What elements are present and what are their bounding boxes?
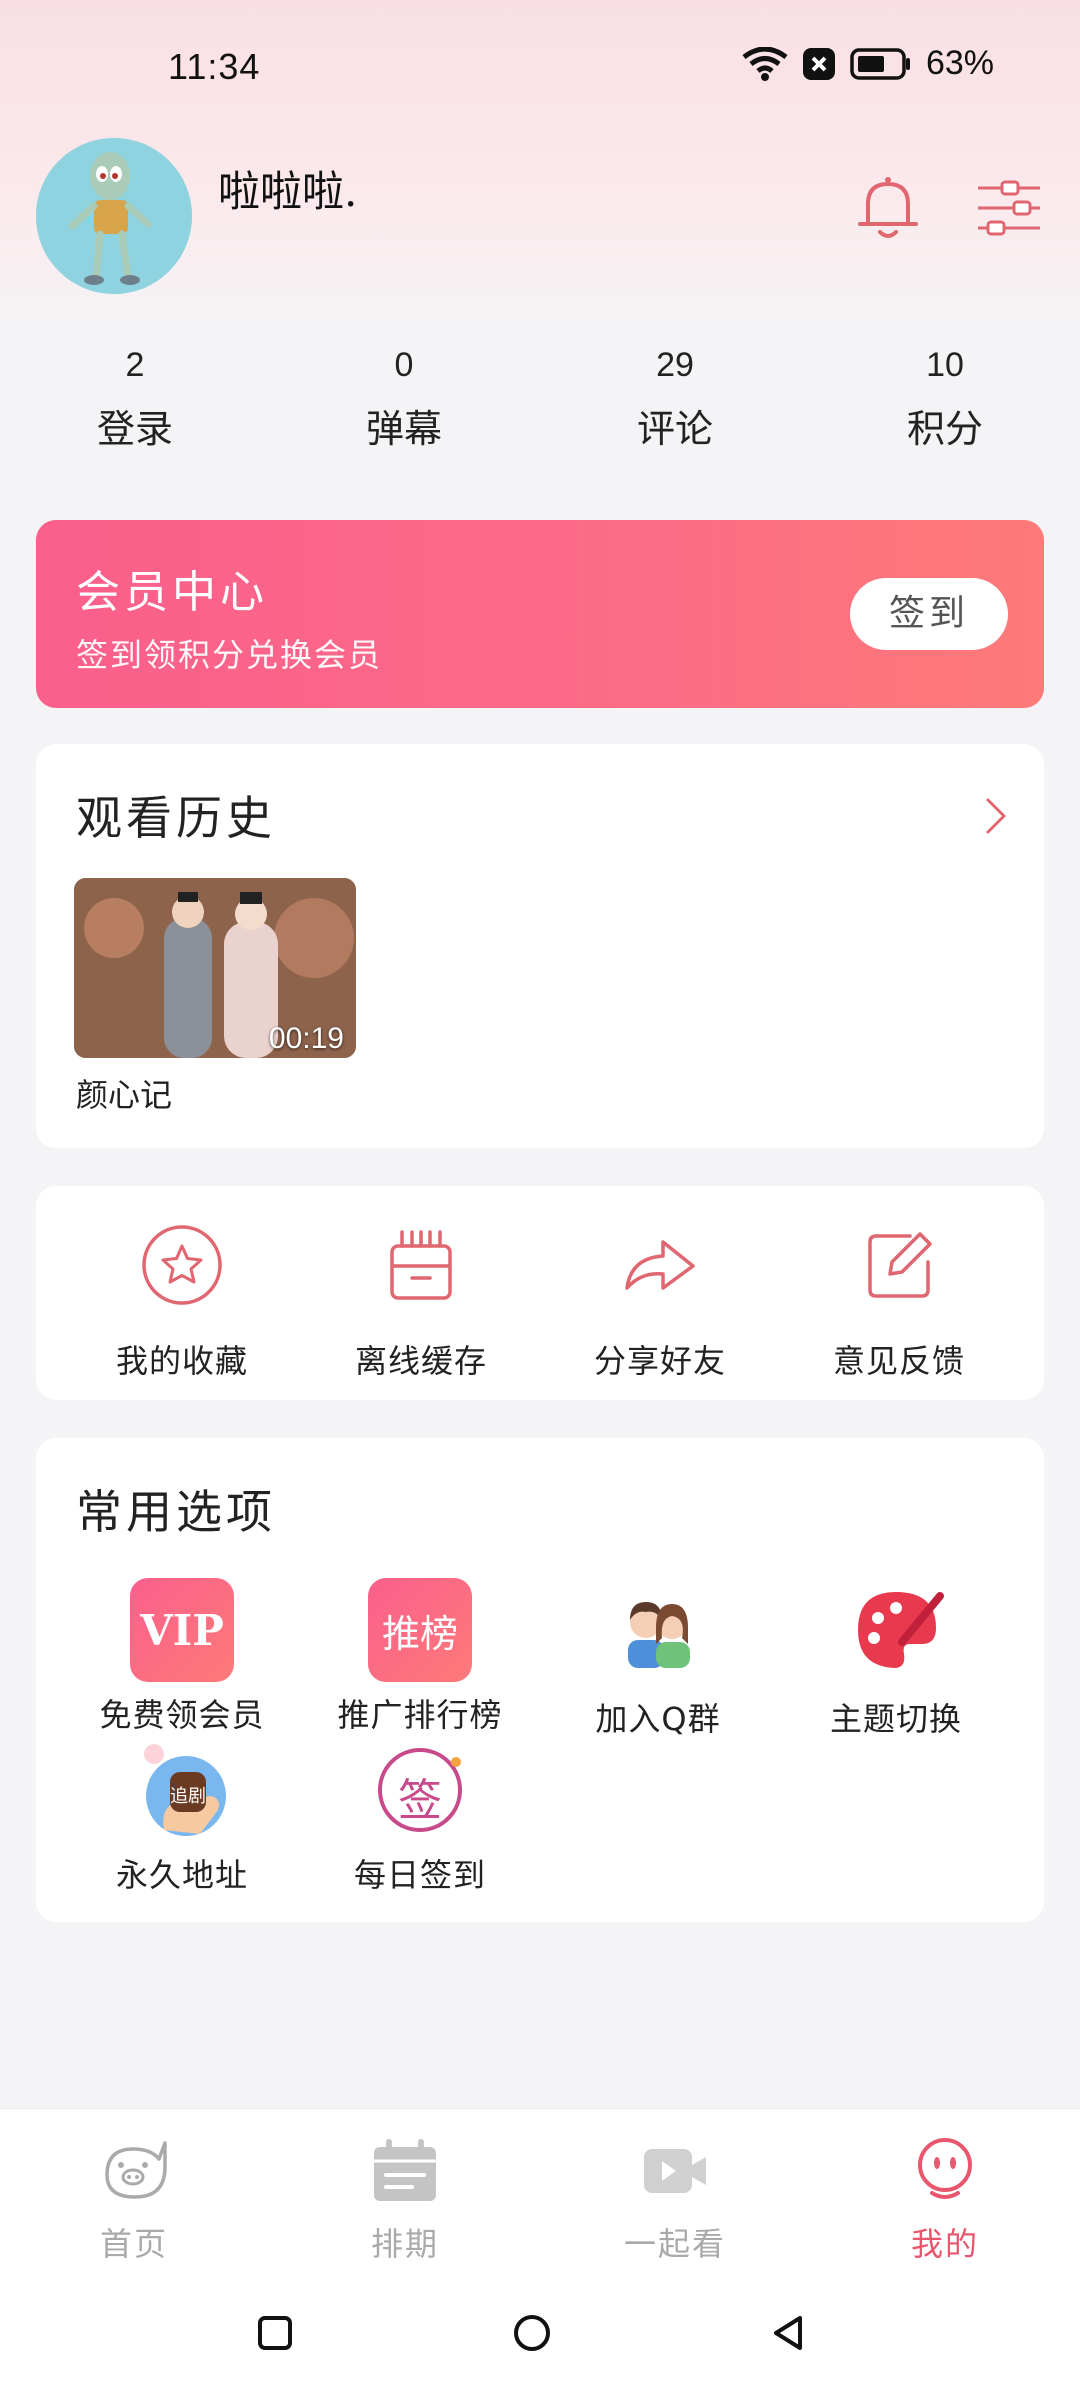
stat-points[interactable]: 10 积分 — [845, 340, 1045, 453]
vip-subtitle: 签到领积分兑换会员 — [76, 636, 383, 674]
history-item-title[interactable]: 颜心记 — [76, 1070, 172, 1116]
back-triangle-icon[interactable] — [764, 2308, 814, 2358]
share-button[interactable]: 分享好友 — [560, 1222, 760, 1382]
stat-comments[interactable]: 29 评论 — [575, 340, 775, 453]
share-arrow-icon — [625, 1240, 695, 1290]
battery-percent: 63% — [925, 44, 994, 82]
daily-sign-icon: 签 — [368, 1738, 472, 1842]
cache-box-icon — [390, 1230, 452, 1300]
free-vip-label: 免费领会员 — [99, 1696, 265, 1734]
address-hand-icon: 追剧 — [130, 1738, 234, 1842]
avatar[interactable] — [36, 138, 192, 294]
no-sim-icon — [802, 47, 835, 80]
history-progress-time: 00:19 — [268, 1022, 344, 1055]
nav-watch-together[interactable]: 一起看 — [575, 2135, 775, 2265]
share-label: 分享好友 — [593, 1342, 726, 1380]
nav-watch-together-label: 一起看 — [623, 2225, 726, 2263]
stats-row: 2 登录 0 弹幕 29 评论 10 积分 — [0, 340, 1080, 470]
theme-switch-label: 主题切换 — [829, 1700, 962, 1738]
nav-schedule[interactable]: 排期 — [305, 2135, 505, 2265]
offline-cache-label: 离线缓存 — [354, 1342, 487, 1380]
bottom-nav: 首页 排期 一起看 我的 — [0, 2108, 1080, 2278]
calendar-icon — [374, 2139, 436, 2201]
sliders-icon[interactable] — [976, 178, 1042, 238]
permanent-address-label: 永久地址 — [115, 1856, 248, 1894]
edit-feedback-icon — [868, 1232, 932, 1298]
nav-mine-label: 我的 — [910, 2225, 979, 2263]
status-bar: 11:34 63% — [0, 0, 1080, 140]
stat-label: 评论 — [636, 407, 713, 451]
profile-face-icon — [918, 2138, 972, 2199]
sign-in-button[interactable]: 签到 — [850, 578, 1008, 650]
favorites-button[interactable]: 我的收藏 — [82, 1222, 282, 1382]
vip-center-card[interactable]: 会员中心 签到领积分兑换会员 签到 — [36, 520, 1044, 708]
permanent-address-button[interactable]: 追剧 永久地址 — [72, 1738, 292, 1896]
daily-sign-button[interactable]: 签 每日签到 — [310, 1738, 530, 1896]
status-icons: 63% — [742, 44, 994, 83]
join-group-button[interactable]: 加入Q群 — [548, 1578, 768, 1740]
status-time: 11:34 — [168, 46, 261, 87]
vip-icon: VIP — [130, 1578, 234, 1682]
offline-cache-button[interactable]: 离线缓存 — [321, 1222, 521, 1382]
stat-danmaku[interactable]: 0 弹幕 — [304, 340, 504, 453]
daily-sign-label: 每日签到 — [353, 1856, 486, 1894]
username: 啦啦啦. — [218, 167, 358, 216]
feedback-button[interactable]: 意见反馈 — [799, 1222, 999, 1382]
stat-value: 10 — [926, 346, 964, 384]
free-vip-button[interactable]: VIP 免费领会员 — [72, 1578, 292, 1736]
ranking-icon: 推榜 — [368, 1578, 472, 1682]
history-title: 观看历史 — [76, 791, 276, 845]
home-pig-icon — [105, 2141, 167, 2199]
ranking-button[interactable]: 推榜 推广排行榜 — [310, 1578, 530, 1736]
stat-label: 积分 — [906, 407, 983, 451]
star-circle-icon — [142, 1225, 222, 1305]
common-options-title: 常用选项 — [76, 1485, 276, 1539]
nav-home-label: 首页 — [99, 2225, 168, 2263]
stat-login[interactable]: 2 登录 — [35, 340, 235, 453]
battery-icon — [850, 47, 910, 80]
wifi-icon — [742, 46, 788, 81]
recent-apps-icon[interactable] — [250, 2308, 300, 2358]
stat-value: 29 — [656, 346, 694, 384]
history-thumbnail[interactable]: 00:19 — [74, 878, 356, 1058]
nav-mine[interactable]: 我的 — [845, 2135, 1045, 2265]
join-group-label: 加入Q群 — [595, 1700, 721, 1738]
stat-value: 0 — [394, 346, 414, 384]
chevron-right-icon[interactable] — [984, 796, 1008, 836]
quick-actions-card: 我的收藏 离线缓存 分享好友 意见反馈 — [36, 1186, 1044, 1400]
group-people-icon — [628, 1602, 690, 1668]
squidward-avatar — [36, 138, 192, 294]
nav-schedule-label: 排期 — [370, 2225, 439, 2263]
ranking-label: 推广排行榜 — [337, 1696, 503, 1734]
common-options-card: 常用选项 VIP 免费领会员 推榜 推广排行榜 加入Q群 主题切换 追剧 永久地… — [36, 1438, 1044, 1922]
favorites-label: 我的收藏 — [115, 1342, 248, 1380]
watch-together-icon — [644, 2149, 706, 2193]
stat-label: 弹幕 — [365, 407, 442, 451]
watch-history-card: 观看历史 00:19 颜心记 — [36, 744, 1044, 1148]
palette-icon — [858, 1592, 944, 1668]
feedback-label: 意见反馈 — [832, 1342, 965, 1380]
nav-home[interactable]: 首页 — [34, 2135, 234, 2265]
bell-icon[interactable] — [856, 174, 920, 244]
stat-label: 登录 — [96, 407, 173, 451]
profile-header: 啦啦啦. — [36, 138, 1044, 298]
vip-title: 会员中心 — [76, 567, 268, 618]
stat-value: 2 — [125, 346, 145, 384]
system-nav-bar — [0, 2278, 1080, 2400]
theme-switch-button[interactable]: 主题切换 — [786, 1578, 1006, 1740]
home-circle-icon[interactable] — [507, 2308, 557, 2358]
